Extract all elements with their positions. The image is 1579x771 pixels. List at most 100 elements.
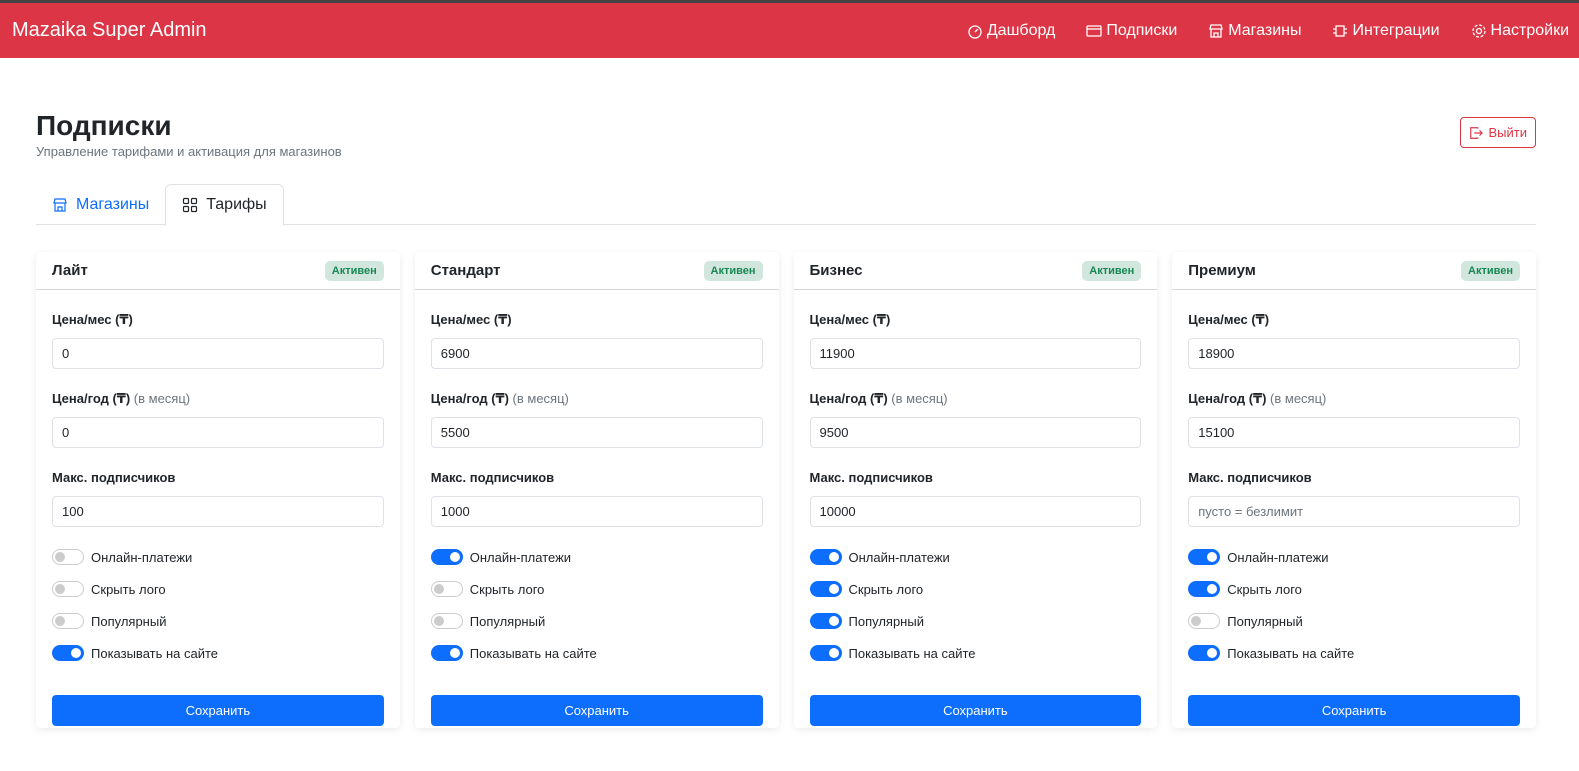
plan-name: Премиум	[1188, 262, 1256, 279]
toggle-show[interactable]: Показывать на сайте	[430, 637, 763, 669]
toggle-show[interactable]: Показывать на сайте	[1188, 637, 1520, 669]
save-button[interactable]: Сохранить	[430, 695, 763, 726]
toggle-hide-logo[interactable]: Скрыть лого	[52, 573, 384, 605]
save-button[interactable]: Сохранить	[809, 695, 1142, 726]
price-year-input[interactable]: 5500	[430, 417, 763, 448]
nav-subscriptions[interactable]: Подписки	[1086, 22, 1177, 40]
toggle-popular[interactable]: Популярный	[430, 605, 763, 637]
toggle-switch[interactable]	[430, 549, 463, 565]
toggle-label: Показывать на сайте	[848, 645, 976, 661]
toggle-switch[interactable]	[809, 549, 842, 565]
max-subscribers-label: Макс. подписчиков	[52, 470, 176, 485]
toggle-switch[interactable]	[809, 613, 842, 629]
toggle-switch[interactable]	[809, 645, 842, 661]
toggle-switch[interactable]	[430, 613, 463, 629]
max-subscribers-input[interactable]: 100	[52, 496, 384, 527]
toggle-switch[interactable]	[809, 581, 842, 597]
card-header: Бизнес Активен	[793, 252, 1158, 290]
card-header: Стандарт Активен	[414, 252, 779, 290]
toggle-label: Скрыть лого	[469, 581, 545, 597]
toggle-switch[interactable]	[1188, 549, 1221, 565]
toggle-online[interactable]: Онлайн-платежи	[809, 541, 1142, 573]
nav-settings[interactable]: Настройки	[1471, 22, 1569, 40]
toggle-hide-logo[interactable]: Скрыть лого	[1188, 573, 1520, 605]
tab-label: Тарифы	[206, 196, 267, 213]
main-nav: Дашборд Подписки Магазины Интеграции Нас…	[967, 22, 1569, 40]
plan-name: Лайт	[52, 262, 88, 279]
toggle-label: Популярный	[469, 613, 546, 629]
tab-plans[interactable]: Тарифы	[165, 184, 284, 226]
toggle-switch[interactable]	[52, 613, 84, 629]
save-button[interactable]: Сохранить	[1188, 695, 1520, 726]
toggle-label: Показывать на сайте	[1227, 645, 1355, 661]
toggle-switch[interactable]	[52, 645, 84, 661]
max-subscribers-input[interactable]: пусто = безлимит	[1188, 496, 1520, 527]
price-month-label: Цена/мес (₸)	[430, 312, 512, 327]
price-month-input[interactable]: 11900	[809, 338, 1142, 369]
tab-shops[interactable]: Магазины	[36, 184, 165, 225]
toggle-switch[interactable]	[430, 645, 463, 661]
price-year-note: (в месяц)	[512, 391, 569, 406]
plugin-icon	[1333, 24, 1348, 37]
toggle-switch[interactable]	[430, 581, 463, 597]
card-header: Лайт Активен	[36, 252, 400, 290]
price-month-input[interactable]: 18900	[1188, 338, 1520, 369]
max-subscribers-input[interactable]: 10000	[809, 496, 1142, 527]
shop-icon	[53, 197, 67, 212]
toggle-switch[interactable]	[1188, 581, 1221, 597]
plan-card: Премиум Активен Цена/мес (₸) 18900 Цена/г…	[1172, 252, 1536, 728]
nav-shops[interactable]: Магазины	[1208, 22, 1301, 40]
price-year-label: Цена/год (₸) (в месяц)	[52, 391, 384, 408]
price-year-label-text: Цена/год (₸)	[430, 391, 509, 406]
toggle-popular[interactable]: Популярный	[809, 605, 1142, 637]
price-year-input[interactable]: 0	[52, 417, 384, 448]
toggle-show[interactable]: Показывать на сайте	[52, 637, 384, 669]
speedometer-icon	[968, 24, 982, 39]
status-badge: Активен	[703, 260, 763, 281]
plan-card: Стандарт Активен Цена/мес (₸) 6900 Цена/г…	[414, 252, 779, 728]
toggle-label: Онлайн-платежи	[91, 549, 193, 565]
price-year-input[interactable]: 9500	[809, 417, 1142, 448]
nav-label: Настройки	[1490, 21, 1569, 39]
brand-title[interactable]: Mazaika Super Admin	[12, 19, 967, 42]
gear-icon	[1471, 23, 1486, 38]
save-button[interactable]: Сохранить	[52, 695, 384, 726]
toggle-label: Скрыть лого	[91, 581, 166, 597]
toggle-online[interactable]: Онлайн-платежи	[430, 541, 763, 573]
toggle-online[interactable]: Онлайн-платежи	[1188, 541, 1520, 573]
price-year-label: Цена/год (₸) (в месяц)	[431, 391, 763, 408]
max-subscribers-label: Макс. подписчиков	[430, 470, 555, 485]
nav-label: Магазины	[1228, 21, 1302, 39]
nav-integrations[interactable]: Интеграции	[1332, 22, 1440, 40]
price-month-input[interactable]: 0	[52, 338, 384, 369]
toggle-switch[interactable]	[52, 581, 84, 597]
status-badge: Активен	[324, 260, 384, 281]
toggle-label: Показывать на сайте	[91, 645, 219, 661]
toggle-label: Онлайн-платежи	[1227, 549, 1329, 565]
top-navbar: Mazaika Super Admin Дашборд Подписки Маг…	[0, 0, 1579, 58]
max-subscribers-input[interactable]: 1000	[430, 496, 763, 527]
toggle-online[interactable]: Онлайн-платежи	[52, 541, 384, 573]
logout-button[interactable]: Выйти	[1459, 117, 1536, 148]
price-year-input[interactable]: 15100	[1188, 417, 1520, 448]
price-month-input[interactable]: 6900	[430, 338, 763, 369]
price-year-label: Цена/год (₸) (в месяц)	[1188, 391, 1520, 408]
plan-name: Бизнес	[809, 262, 863, 279]
toggle-hide-logo[interactable]: Скрыть лого	[809, 573, 1142, 605]
nav-dashboard[interactable]: Дашборд	[967, 22, 1055, 40]
credit-card-icon	[1086, 24, 1102, 37]
toggle-show[interactable]: Показывать на сайте	[809, 637, 1142, 669]
status-badge: Активен	[1082, 260, 1142, 281]
max-subscribers-label: Макс. подписчиков	[1188, 470, 1312, 485]
toggle-label: Онлайн-платежи	[469, 549, 572, 565]
toggle-label: Показывать на сайте	[469, 645, 597, 661]
toggle-switch[interactable]	[52, 549, 84, 565]
toggle-hide-logo[interactable]: Скрыть лого	[430, 573, 763, 605]
toggle-popular[interactable]: Популярный	[52, 605, 384, 637]
toggle-switch[interactable]	[1188, 613, 1221, 629]
plan-card: Лайт Активен Цена/мес (₸) 0 Цена/год (₸) …	[36, 252, 400, 728]
toggle-switch[interactable]	[1188, 645, 1221, 661]
toggle-popular[interactable]: Популярный	[1188, 605, 1520, 637]
price-year-label-text: Цена/год (₸)	[52, 391, 131, 406]
plan-name: Стандарт	[430, 262, 501, 279]
